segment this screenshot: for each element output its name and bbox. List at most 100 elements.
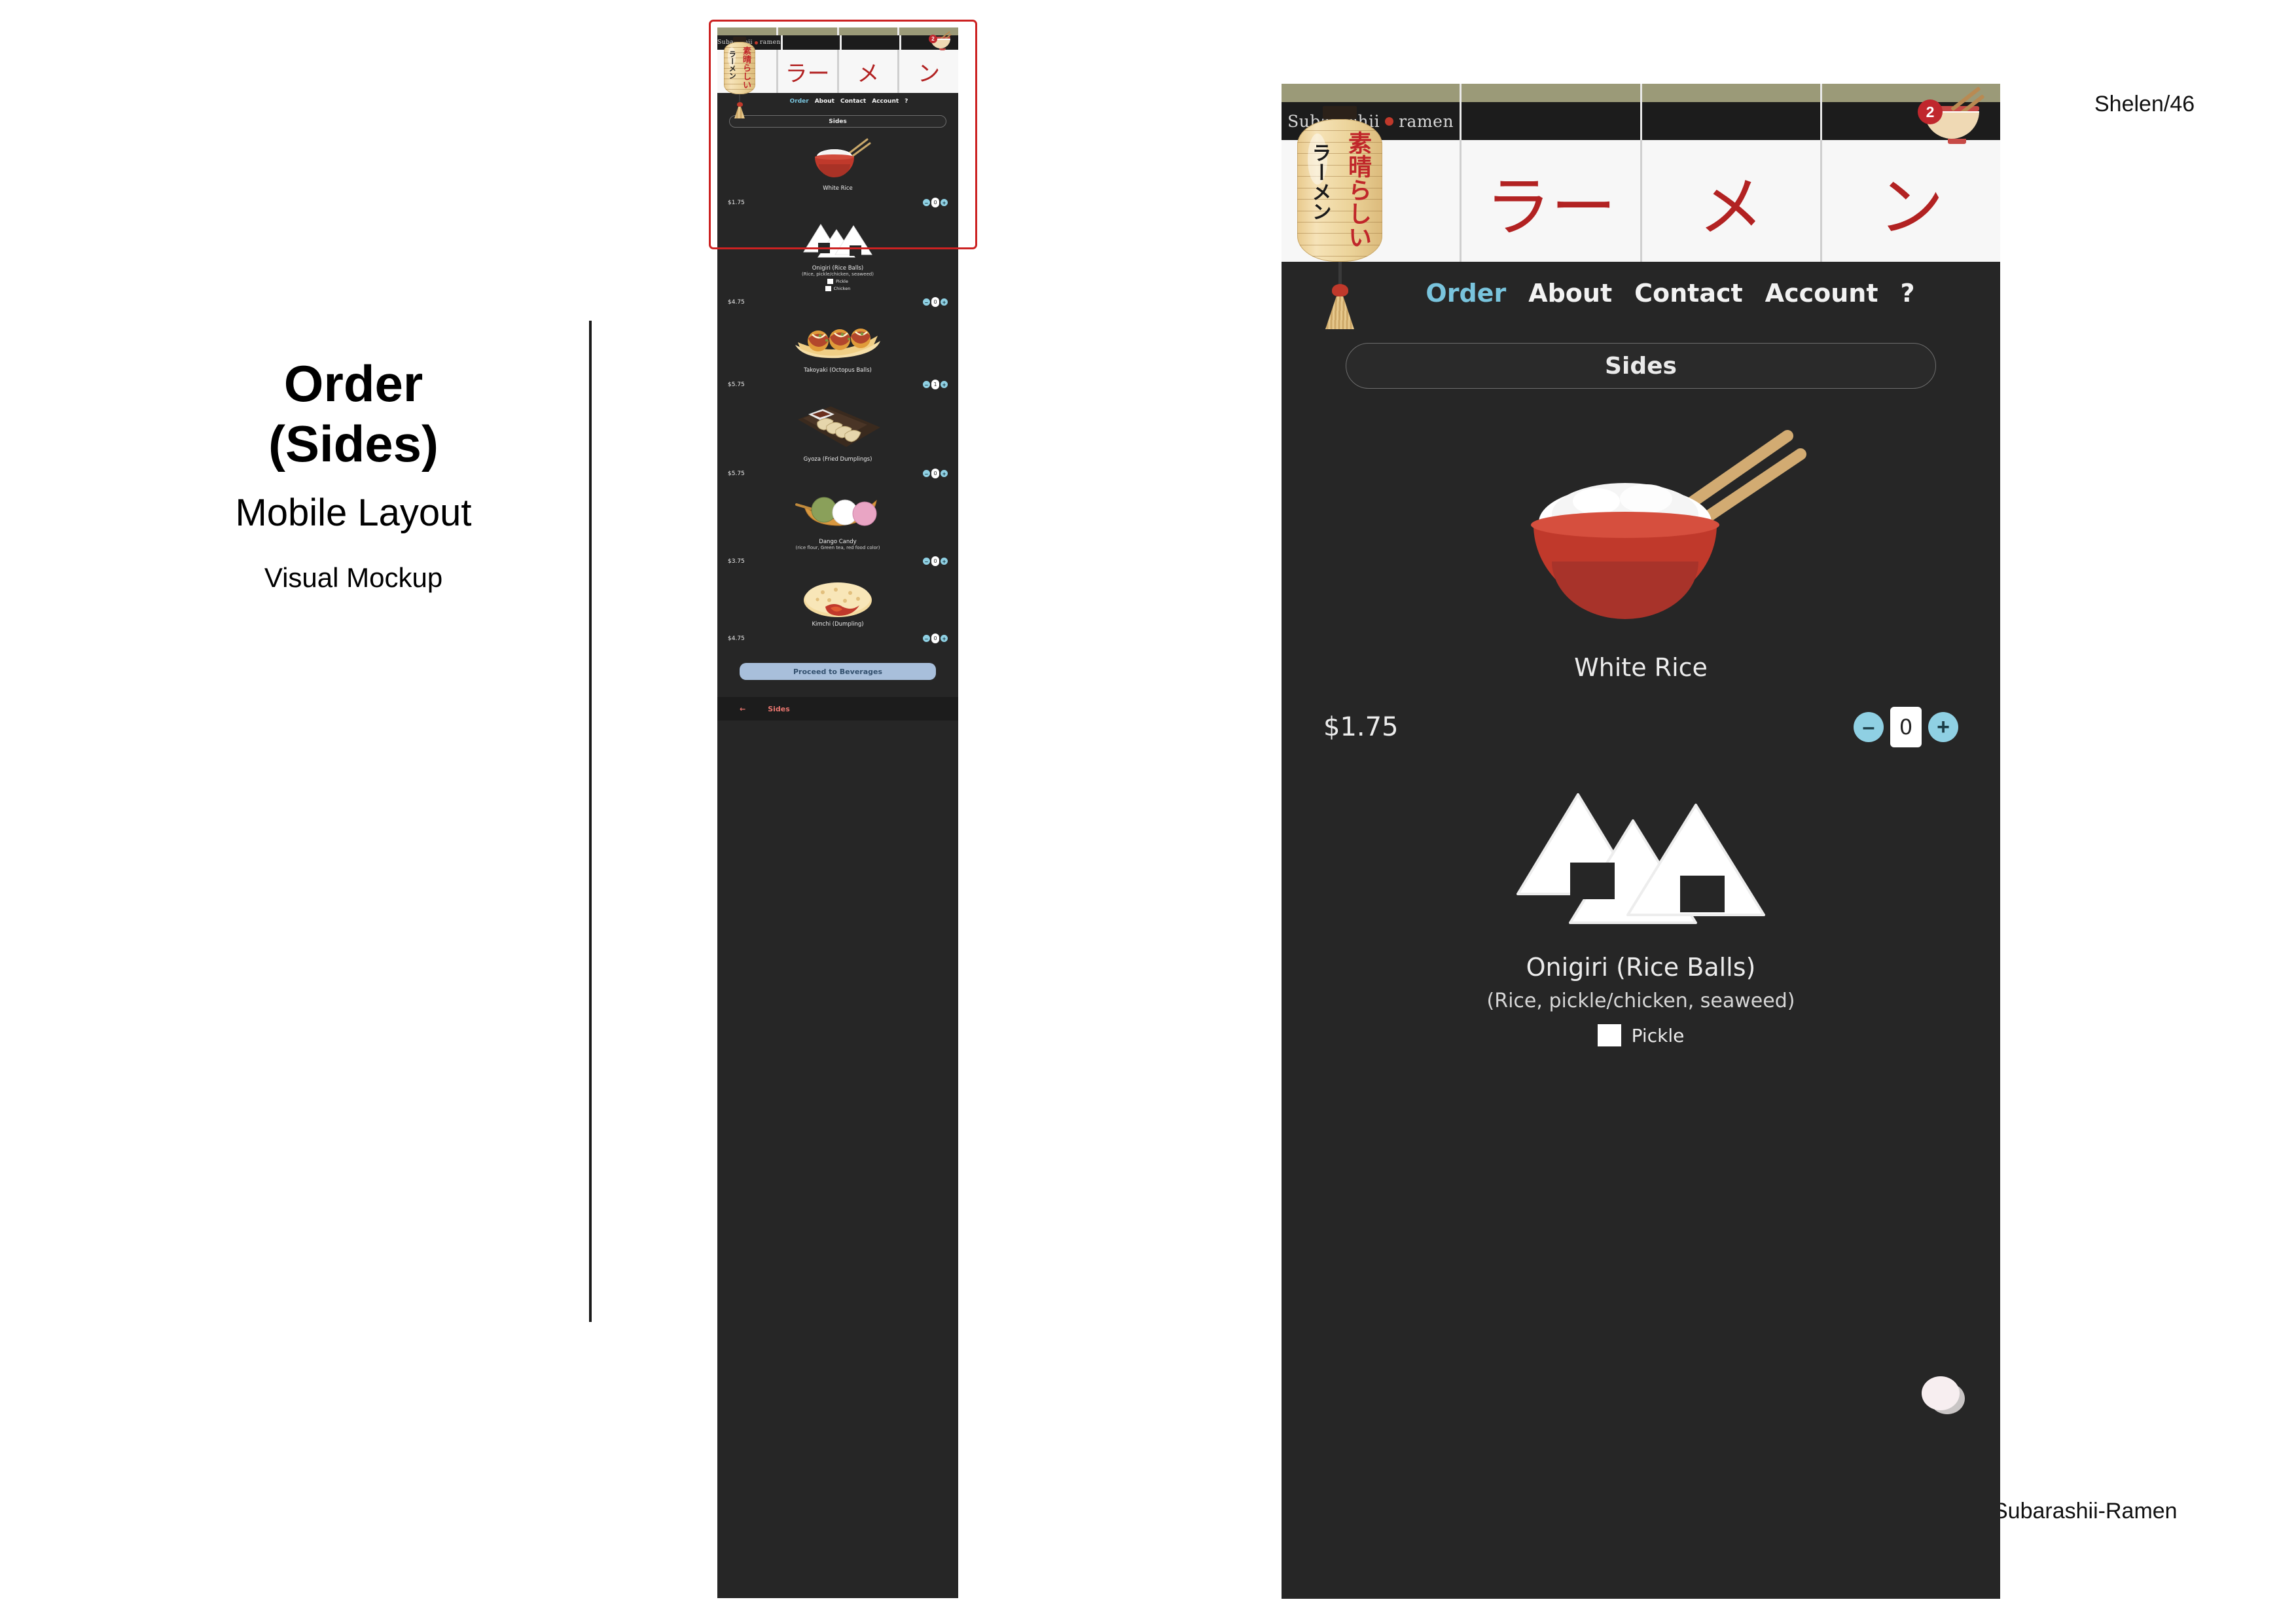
item-subtitle: (rice flour, Green tea, red food color) <box>795 545 880 550</box>
decrement-button[interactable]: – <box>923 635 930 642</box>
quantity-stepper: – 0 + <box>923 297 948 307</box>
nav-item-about[interactable]: About <box>1528 279 1612 308</box>
kanji-2: メ <box>839 50 900 93</box>
menu-item-takoyaki: Takoyaki (Octopus Balls) $5.75 – 1 + <box>717 319 958 389</box>
increment-button[interactable]: + <box>941 381 948 388</box>
lantern-red-text: 素晴らしい <box>741 46 751 89</box>
gyoza-board-image <box>798 406 880 447</box>
menu-item-onigiri: Onigiri (Rice Balls) (Rice, pickle/chick… <box>1282 774 2000 1046</box>
tassel-icon <box>1325 296 1354 329</box>
item-price: $4.75 <box>728 635 745 642</box>
decrement-button[interactable]: – <box>923 298 930 306</box>
nav-item-account[interactable]: Account <box>1765 279 1878 308</box>
nav-item-account[interactable]: Account <box>872 98 899 105</box>
item-price: $1.75 <box>728 199 745 206</box>
cart-badge: 2 <box>929 35 937 43</box>
checkbox-pickle[interactable] <box>1597 1024 1621 1046</box>
item-price: $5.75 <box>728 381 745 388</box>
item-price: $1.75 <box>1323 712 1399 742</box>
nav-item-help[interactable]: ? <box>905 98 908 105</box>
item-subtitle: (Rice, pickle/chicken, seaweed) <box>1486 990 1795 1012</box>
brand-logo-right: ramen <box>759 39 781 46</box>
footer-bar: ← Sides <box>717 697 958 721</box>
quantity-stepper: – 0 + <box>923 556 948 566</box>
cart-badge: 2 <box>1918 99 1943 124</box>
category-pill-sides[interactable]: Sides <box>1346 343 1936 389</box>
nav-item-order[interactable]: Order <box>1426 279 1506 308</box>
quantity-value[interactable]: 1 <box>931 380 939 389</box>
decrement-button[interactable]: – <box>923 381 930 388</box>
increment-button[interactable]: + <box>941 558 948 565</box>
lantern-black-text: ラーメン <box>728 50 737 79</box>
quantity-stepper: – 0 + <box>1854 707 1958 747</box>
top-olive-strip <box>717 27 958 35</box>
checkbox-chicken[interactable] <box>825 286 831 291</box>
kimchi-pancake-image <box>804 582 872 617</box>
rice-bowl-chopsticks-image <box>1531 430 1806 619</box>
corner-label-bottom-right: Subarashii-Ramen <box>1993 1499 2178 1524</box>
brand-dot-icon <box>1385 116 1394 126</box>
option-row-pickle[interactable]: Pickle <box>1323 1024 1958 1046</box>
option-label: Chicken <box>833 286 851 291</box>
menu-item-white-rice: White Rice $1.75 – 0 + <box>1282 425 2000 747</box>
kanji-1: ラー <box>778 50 839 93</box>
increment-button[interactable]: + <box>941 635 948 642</box>
increment-button[interactable]: + <box>941 470 948 477</box>
quantity-stepper: – 0 + <box>923 198 948 207</box>
kanji-1: ラー <box>1462 140 1642 262</box>
menu-item-gyoza: Gyoza (Fried Dumplings) $5.75 – 0 + <box>717 401 958 478</box>
quantity-value[interactable]: 0 <box>1890 707 1922 747</box>
checkbox-pickle[interactable] <box>827 279 834 284</box>
decrement-button[interactable]: – <box>923 470 930 477</box>
nav-item-help[interactable]: ? <box>1901 279 1915 308</box>
decrement-button[interactable]: – <box>923 558 930 565</box>
kanji-3: ン <box>1878 168 1944 245</box>
mobile-mockup: Subarashii ramen ラー メ ン <box>717 27 958 1598</box>
vertical-divider <box>589 321 592 1322</box>
increment-button[interactable]: + <box>941 199 948 206</box>
egg-decoration-icon <box>1922 1376 1960 1410</box>
cart-button[interactable]: 2 <box>929 31 954 54</box>
lantern-red-text: 素晴らしい <box>1344 131 1371 249</box>
quantity-value[interactable]: 0 <box>931 198 939 207</box>
nav-item-contact[interactable]: Contact <box>1634 279 1743 308</box>
quantity-stepper: – 0 + <box>923 469 948 478</box>
quantity-value[interactable]: 0 <box>931 633 939 643</box>
item-name: Onigiri (Rice Balls) <box>1526 953 1756 982</box>
option-row-chicken[interactable]: Chicken <box>728 286 948 291</box>
category-pill-sides[interactable]: Sides <box>729 115 946 128</box>
kanji-3: ン <box>918 60 941 87</box>
quantity-value[interactable]: 0 <box>931 469 939 478</box>
item-name: Onigiri (Rice Balls) <box>812 265 864 272</box>
nav-item-order[interactable]: Order <box>790 98 809 105</box>
page-caption: Visual Mockup <box>264 562 443 594</box>
back-arrow-icon[interactable]: ← <box>740 705 745 713</box>
item-name: White Rice <box>1574 653 1708 682</box>
menu-item-kimchi: Kimchi (Dumpling) $4.75 – 0 + <box>717 578 958 643</box>
kanji-2: メ <box>1642 140 1822 262</box>
nav-item-contact[interactable]: Contact <box>840 98 866 105</box>
decrement-button[interactable]: – <box>1854 712 1884 742</box>
option-row-pickle[interactable]: Pickle <box>728 279 948 284</box>
lantern-icon: 素晴らしい ラーメン <box>1297 106 1382 329</box>
increment-button[interactable]: + <box>941 298 948 306</box>
cart-button[interactable]: 2 <box>1918 86 1990 153</box>
detail-panel: Subarashii ramen ラー メ ン <box>1282 84 2000 1599</box>
item-name: White Rice <box>823 185 853 192</box>
decrement-button[interactable]: – <box>923 199 930 206</box>
item-name: Takoyaki (Octopus Balls) <box>804 367 872 374</box>
item-price: $3.75 <box>728 558 745 565</box>
increment-button[interactable]: + <box>1928 712 1958 742</box>
lantern-black-text: ラーメン <box>1308 143 1331 221</box>
item-price: $4.75 <box>728 298 745 306</box>
onigiri-triangles-image <box>1516 793 1765 924</box>
quantity-stepper: – 0 + <box>923 633 948 643</box>
proceed-to-beverages-button[interactable]: Proceed to Beverages <box>740 663 936 680</box>
top-olive-strip <box>1282 84 2000 102</box>
quantity-value[interactable]: 0 <box>931 297 939 307</box>
nav-item-about[interactable]: About <box>815 98 834 105</box>
page-title-line2: (Sides) <box>268 415 439 473</box>
quantity-value[interactable]: 0 <box>931 556 939 566</box>
tassel-icon <box>734 107 745 118</box>
quantity-stepper: – 1 + <box>923 380 948 389</box>
